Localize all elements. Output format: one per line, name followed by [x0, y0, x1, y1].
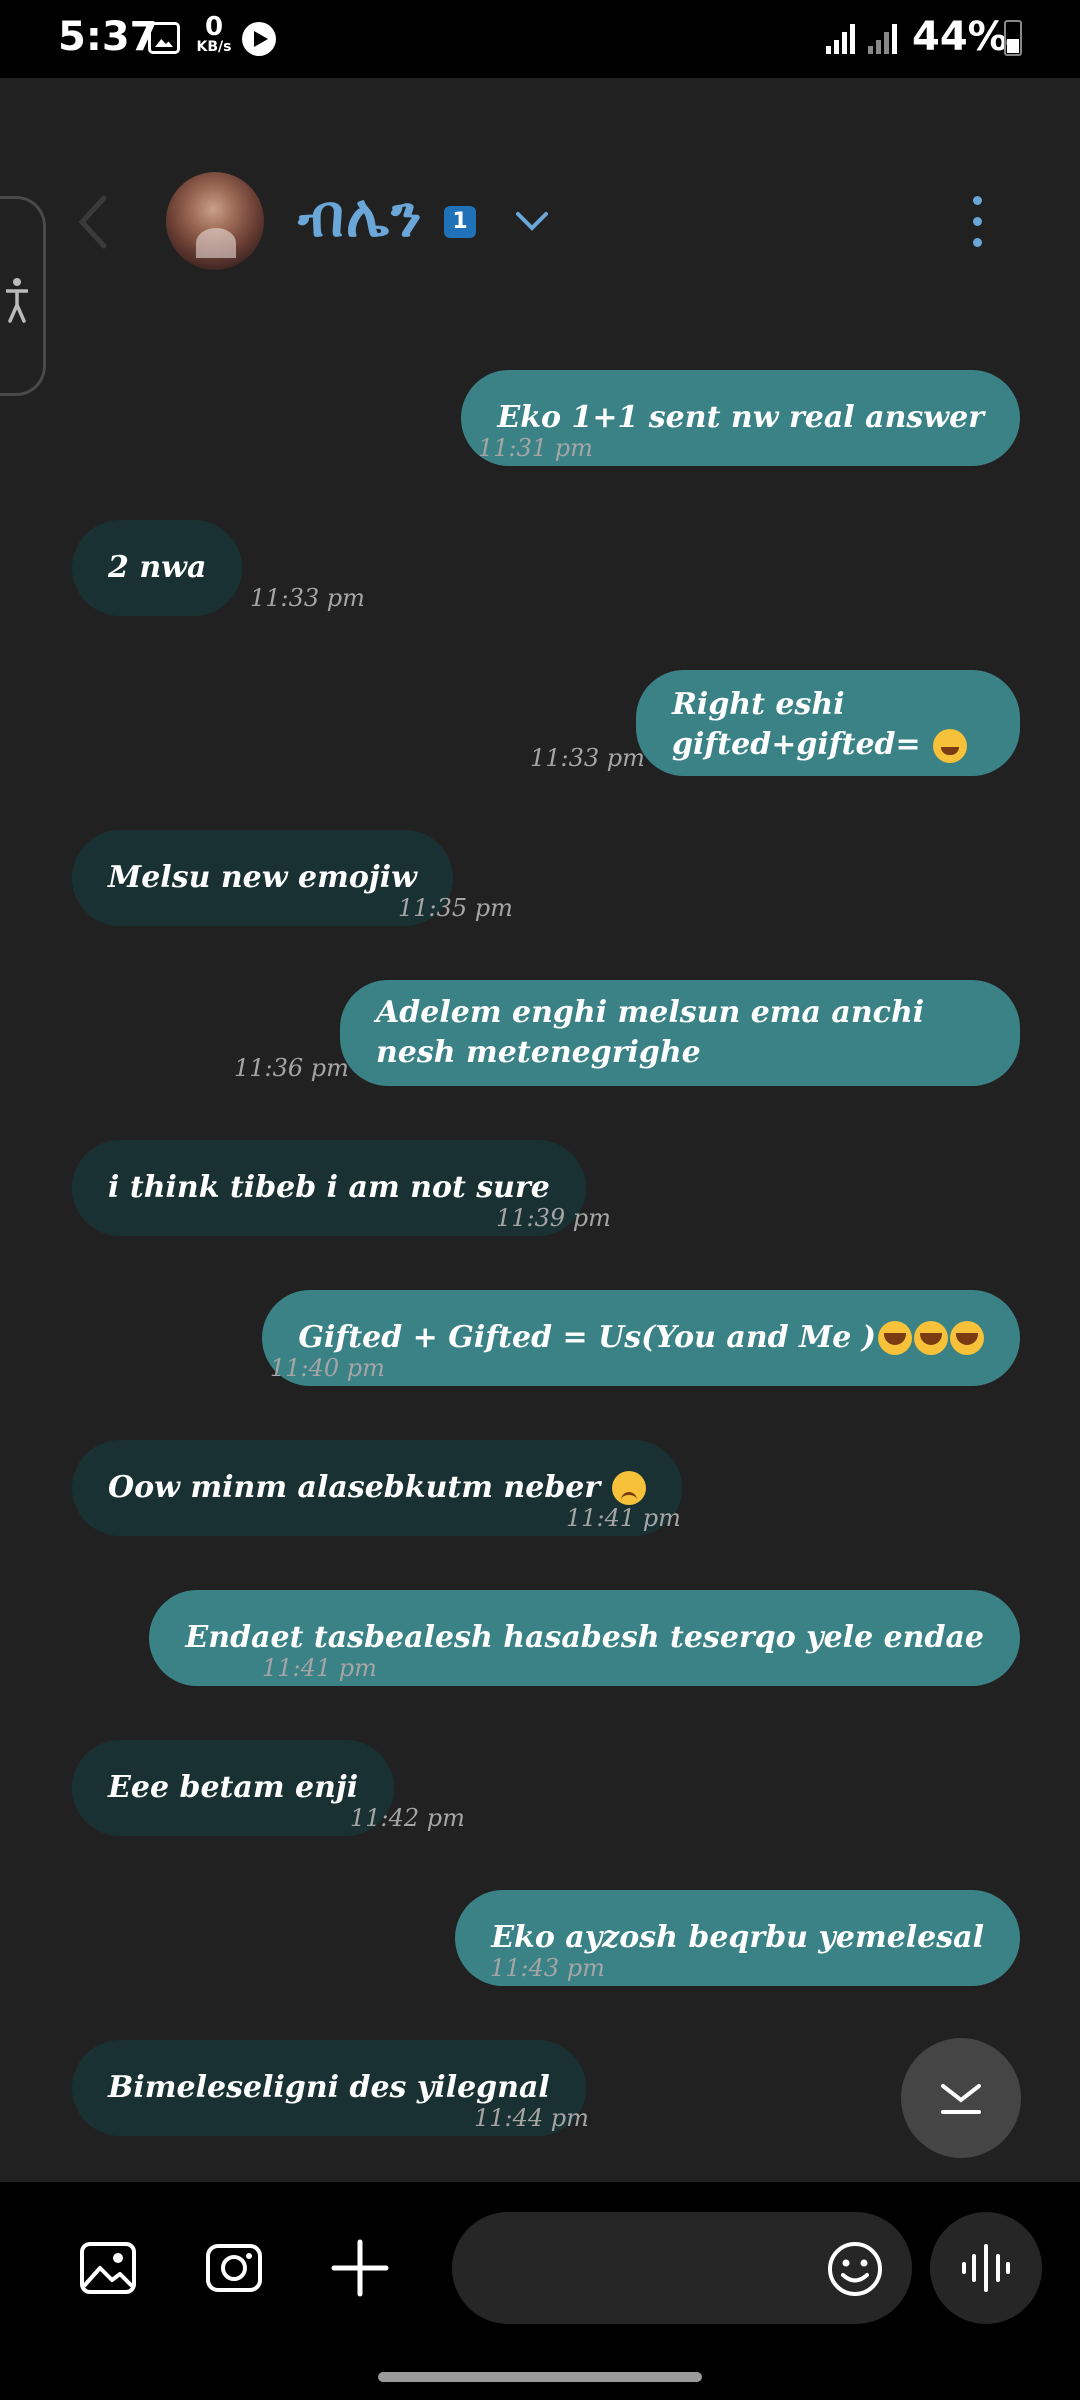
back-icon[interactable]: [74, 192, 114, 252]
accessibility-icon: [6, 278, 28, 323]
message-time: 11:40 pm: [270, 1354, 385, 1382]
message-input[interactable]: [492, 2242, 836, 2294]
message-text: Gifted + Gifted = Us(You and Me ): [298, 1320, 876, 1355]
signal-icon: [826, 22, 858, 54]
network-speed-value: 0: [204, 12, 224, 42]
voice-icon: [962, 2244, 1010, 2292]
status-bar: 5:37 0 KB/s 44%: [0, 0, 1080, 78]
plus-icon[interactable]: [328, 2236, 392, 2300]
sad-face-emoji: [612, 1471, 647, 1505]
message-text: Adelem enghi melsun ema anchi nesh meten…: [376, 995, 925, 1070]
avatar[interactable]: [166, 172, 264, 270]
message-text: Eee betam enji: [108, 1770, 359, 1805]
message-text: Eko ayzosh beqrbu yemelesal: [491, 1920, 984, 1955]
message-time: 11:43 pm: [490, 1954, 605, 1982]
message-text-wrap: Right eshi gifted+gifted=: [672, 685, 984, 765]
message-bubble-received[interactable]: Melsu new emojiw: [72, 830, 453, 926]
message-text: Oow minm alasebkutm neber: [108, 1470, 601, 1505]
message-time: 11:39 pm: [496, 1204, 611, 1232]
scroll-to-bottom-button[interactable]: [901, 2038, 1021, 2158]
message-text: Eko 1+1 sent nw real answer: [497, 400, 984, 435]
battery-icon: [1004, 20, 1022, 56]
message-time: 11:36 pm: [234, 1054, 349, 1082]
grinning-sweat-emoji: [950, 1321, 984, 1355]
message-time: 11:42 pm: [350, 1804, 465, 1832]
network-speed: 0 KB/s: [192, 14, 236, 54]
media-play-icon: [242, 22, 276, 56]
message-time: 11:41 pm: [262, 1654, 377, 1682]
message-time: 11:44 pm: [474, 2104, 589, 2132]
smiling-face-with-hearts-emoji: [933, 729, 968, 763]
gallery-icon[interactable]: [76, 2236, 140, 2300]
contact-name[interactable]: ብሌን: [298, 182, 423, 251]
message-text: 2 nwa: [108, 550, 207, 585]
home-indicator[interactable]: [378, 2372, 702, 2382]
message-bubble-received[interactable]: Eee betam enji: [72, 1740, 395, 1836]
chevron-down-icon[interactable]: [514, 204, 550, 240]
message-text: i think tibeb i am not sure: [108, 1170, 550, 1205]
status-time: 5:37: [58, 14, 158, 60]
message-text: Right eshi gifted+gifted=: [672, 687, 921, 762]
scroll-down-icon: [941, 2084, 981, 2114]
message-text: Bimeleseligni des yilegnal: [108, 2070, 550, 2105]
network-speed-unit: KB/s: [196, 39, 232, 55]
accessibility-tab[interactable]: [0, 196, 46, 396]
message-time: 11:31 pm: [478, 434, 593, 462]
message-time: 11:33 pm: [530, 744, 645, 772]
message-bubble-sent[interactable]: Right eshi gifted+gifted=: [636, 670, 1020, 776]
message-bubble-received[interactable]: 2 nwa: [72, 520, 243, 616]
emoji-icon[interactable]: [826, 2240, 884, 2298]
message-text: Melsu new emojiw: [108, 860, 417, 895]
camera-icon[interactable]: [202, 2236, 266, 2300]
signal-icon-2: [868, 22, 900, 54]
voice-record-button[interactable]: [930, 2212, 1042, 2324]
message-time: 11:33 pm: [250, 584, 365, 612]
more-icon[interactable]: [966, 196, 990, 248]
message-bubble-sent[interactable]: Adelem enghi melsun ema anchi nesh meten…: [340, 980, 1020, 1086]
grinning-sweat-emoji: [878, 1321, 912, 1355]
message-time: 11:41 pm: [566, 1504, 681, 1532]
gallery-notification-icon: [148, 22, 180, 54]
unread-badge: 1: [444, 206, 476, 238]
message-text: Endaet tasbealesh hasabesh teserqo yele …: [185, 1620, 984, 1655]
grinning-sweat-emoji: [914, 1321, 948, 1355]
battery-percent: 44%: [912, 14, 1008, 60]
message-time: 11:35 pm: [398, 894, 513, 922]
